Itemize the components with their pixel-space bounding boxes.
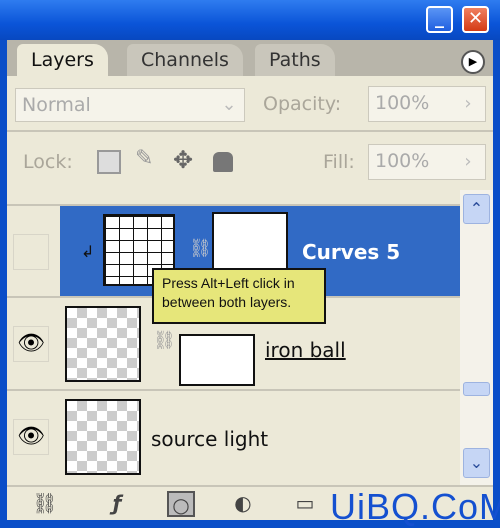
tab-channels[interactable]: Channels	[127, 44, 243, 76]
layer-name[interactable]: Curves 5	[302, 240, 400, 264]
tab-paths[interactable]: Paths	[255, 44, 335, 76]
scroll-down-button[interactable]: ⌄	[463, 448, 490, 478]
chevron-down-icon[interactable]: ⌄	[213, 89, 245, 121]
panel-menu-button[interactable]: ▶	[461, 50, 485, 74]
lock-move-icon[interactable]: ✥	[173, 146, 193, 174]
title-bar: _ ✕	[0, 0, 500, 40]
link-icon[interactable]: ⛓	[153, 330, 176, 351]
layers-list: ↲ ⛓ Curves 5 👁 ⛓ iron ball 👁 source ligh…	[7, 190, 460, 485]
layer-row-partial[interactable]	[7, 190, 460, 206]
scrollbar[interactable]: ⌃ ⌄	[460, 190, 493, 485]
layer-thumbnail[interactable]	[65, 399, 141, 475]
minimize-button[interactable]: _	[426, 6, 453, 33]
opacity-value: 100%	[375, 92, 430, 114]
opacity-arrow-button[interactable]: ›	[452, 88, 484, 120]
lock-all-icon[interactable]	[213, 152, 233, 172]
layer-mask-thumbnail[interactable]	[179, 334, 255, 386]
close-button[interactable]: ✕	[462, 6, 489, 33]
layers-panel: Layers Channels Paths ▶ Normal ⌄ Opacity…	[7, 40, 493, 520]
fill-arrow-button[interactable]: ›	[452, 146, 484, 178]
link-layers-icon[interactable]: ⛓	[31, 491, 59, 517]
fill-value: 100%	[375, 150, 430, 172]
eye-icon[interactable]: 👁	[13, 326, 49, 362]
link-icon[interactable]: ⛓	[189, 238, 212, 259]
layer-row-source-light[interactable]: 👁 source light	[7, 391, 460, 485]
watermark: UiBQ.CoM	[330, 486, 500, 527]
opacity-label: Opacity:	[263, 93, 342, 115]
lock-label: Lock:	[23, 151, 73, 173]
layer-name[interactable]: source light	[151, 427, 268, 451]
clip-arrow-icon: ↲	[81, 242, 95, 261]
folder-icon[interactable]: ▭	[291, 491, 319, 517]
tooltip: Press Alt+Left click in between both lay…	[152, 268, 326, 324]
visibility-toggle[interactable]	[13, 234, 49, 270]
add-mask-icon[interactable]: ○	[167, 491, 195, 517]
layer-thumbnail[interactable]	[65, 306, 141, 382]
tab-layers[interactable]: Layers	[17, 44, 108, 76]
blend-mode-value: Normal	[22, 94, 91, 116]
scroll-up-button[interactable]: ⌃	[463, 194, 490, 224]
tab-bar: Layers Channels Paths ▶	[7, 40, 493, 76]
adjustment-layer-icon[interactable]: ◐	[229, 491, 257, 517]
layer-style-icon[interactable]: ƒ	[103, 491, 131, 517]
scroll-thumb[interactable]	[463, 382, 490, 396]
eye-icon[interactable]: 👁	[13, 419, 49, 455]
layer-name[interactable]: iron ball	[265, 338, 346, 362]
lock-transparency-icon[interactable]	[97, 150, 121, 174]
divider	[7, 130, 493, 132]
blend-mode-select[interactable]: Normal	[15, 88, 245, 122]
lock-brush-icon[interactable]: ✎	[135, 146, 153, 171]
fill-label: Fill:	[323, 151, 355, 173]
